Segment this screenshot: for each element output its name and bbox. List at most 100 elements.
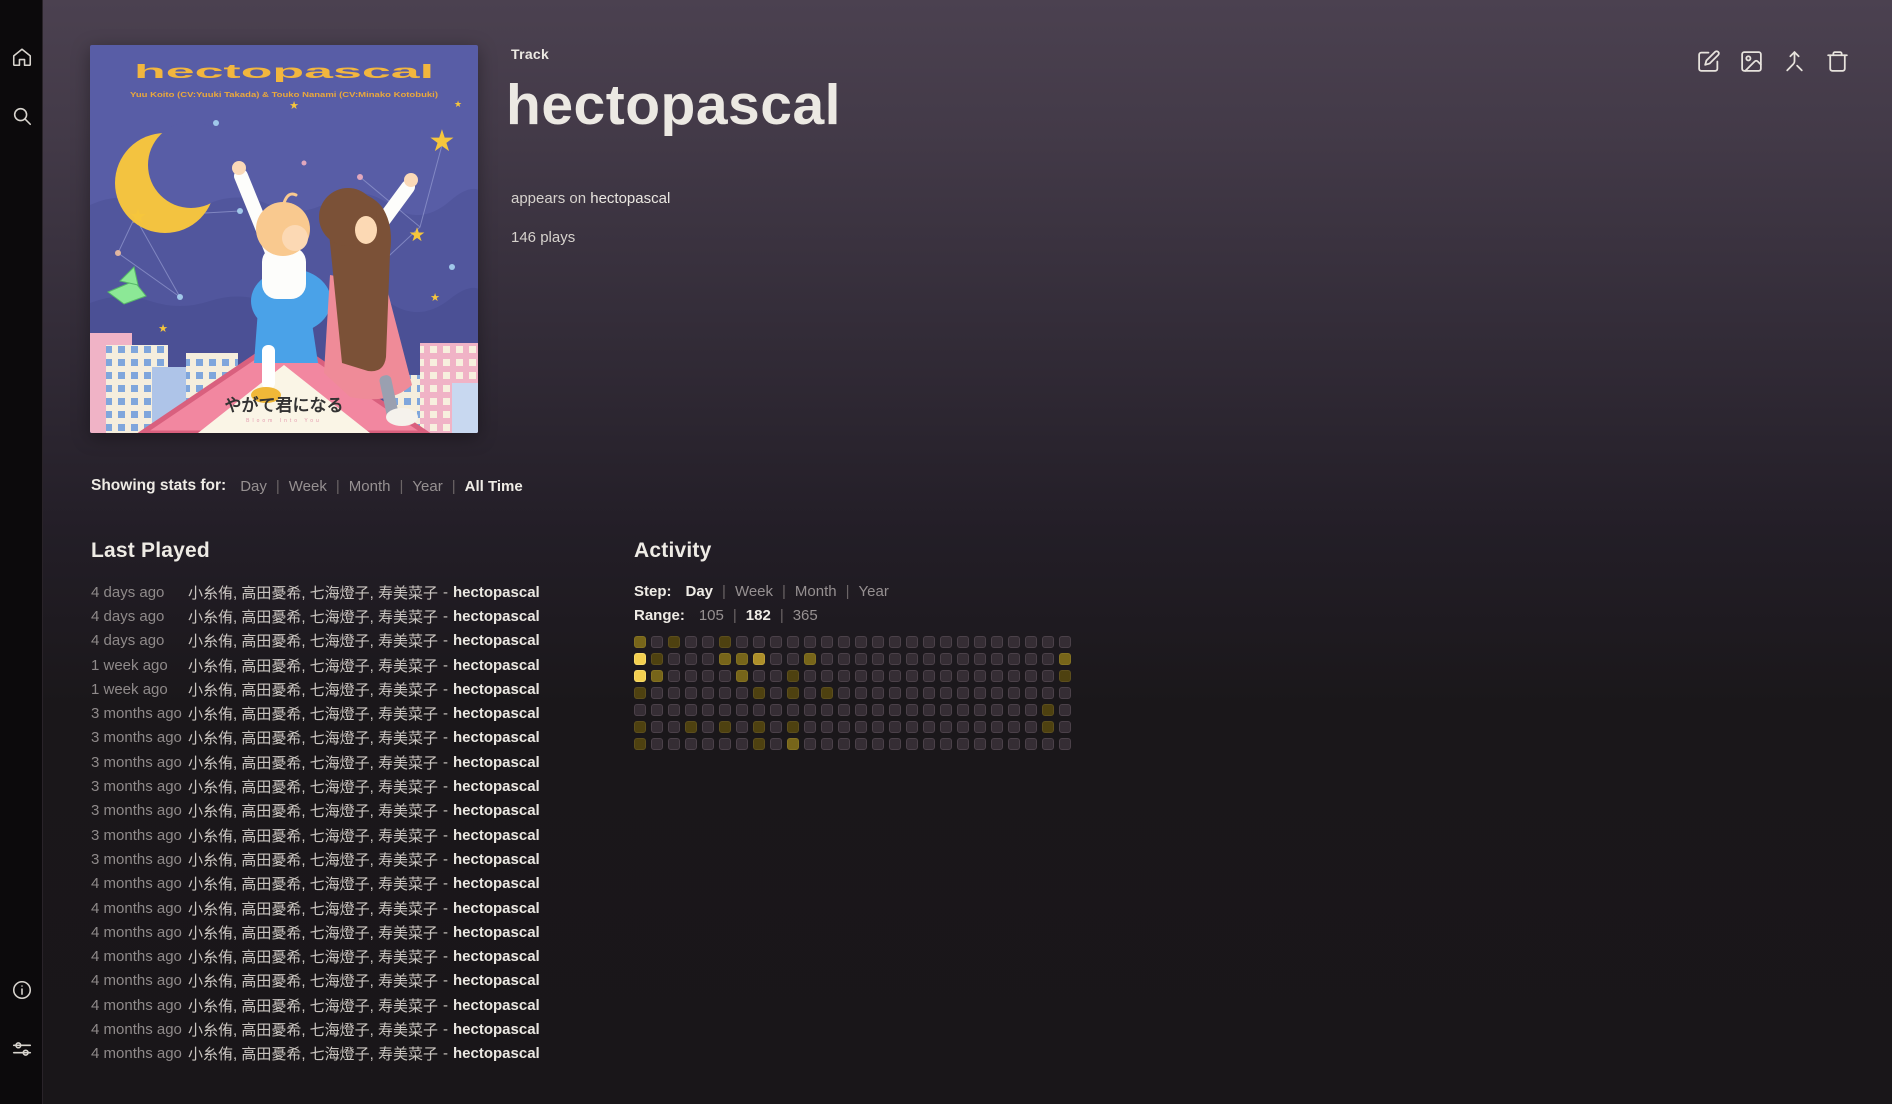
artist-links[interactable]: 小糸侑, 高田憂希, 七海燈子, 寿美菜子 [188, 1019, 438, 1040]
artist-links[interactable]: 小糸侑, 高田憂希, 七海燈子, 寿美菜子 [188, 922, 438, 943]
info-button[interactable] [9, 977, 35, 1003]
artist-links[interactable]: 小糸侑, 高田憂希, 七海燈子, 寿美菜子 [188, 898, 438, 919]
track-link[interactable]: hectopascal [453, 608, 540, 625]
heatmap-cell [685, 721, 697, 733]
heatmap-cell [1059, 636, 1071, 648]
heatmap-cell [906, 738, 918, 750]
heatmap-cell [736, 670, 748, 682]
artist-links[interactable]: 小糸侑, 高田憂希, 七海燈子, 寿美菜子 [188, 703, 438, 724]
stats-filter-option-year[interactable]: Year [412, 478, 442, 495]
track-link[interactable]: hectopascal [453, 997, 540, 1014]
list-item: 3 months ago小糸侑, 高田憂希, 七海燈子, 寿美菜子-hectop… [91, 701, 540, 725]
merge-button[interactable] [1781, 48, 1807, 74]
artist-links[interactable]: 小糸侑, 高田憂希, 七海燈子, 寿美菜子 [188, 655, 438, 676]
artist-links[interactable]: 小糸侑, 高田憂希, 七海燈子, 寿美菜子 [188, 776, 438, 797]
track-link[interactable]: hectopascal [453, 729, 540, 746]
home-button[interactable] [9, 44, 35, 70]
heatmap-cell [957, 704, 969, 716]
range-option-365[interactable]: 365 [793, 607, 818, 624]
edit-button[interactable] [1695, 48, 1721, 74]
entity-type-label: Track [511, 46, 549, 62]
played-time: 4 months ago [91, 1021, 188, 1038]
heatmap-cell [889, 721, 901, 733]
artist-links[interactable]: 小糸侑, 高田憂希, 七海燈子, 寿美菜子 [188, 970, 438, 991]
album-link[interactable]: hectopascal [590, 190, 670, 207]
artist-links[interactable]: 小糸侑, 高田憂希, 七海燈子, 寿美菜子 [188, 825, 438, 846]
track-link[interactable]: hectopascal [453, 851, 540, 868]
step-option-month[interactable]: Month [795, 583, 837, 600]
heatmap-cell [702, 687, 714, 699]
heatmap-cell [770, 738, 782, 750]
heatmap-cell [719, 738, 731, 750]
step-option-week[interactable]: Week [735, 583, 773, 600]
heatmap-cell [940, 704, 952, 716]
artist-links[interactable]: 小糸侑, 高田憂希, 七海燈子, 寿美菜子 [188, 946, 438, 967]
track-link[interactable]: hectopascal [453, 948, 540, 965]
artist-links[interactable]: 小糸侑, 高田憂希, 七海燈子, 寿美菜子 [188, 873, 438, 894]
track-link[interactable]: hectopascal [453, 657, 540, 674]
list-item: 4 days ago小糸侑, 高田憂希, 七海燈子, 寿美菜子-hectopas… [91, 604, 540, 628]
stats-filter-option-all-time[interactable]: All Time [465, 478, 523, 495]
artist-track-separator: - [443, 924, 448, 941]
track-link[interactable]: hectopascal [453, 1045, 540, 1062]
album-cover-title: hectopascal [134, 62, 434, 83]
track-link[interactable]: hectopascal [453, 754, 540, 771]
stats-filter-label: Showing stats for: [91, 477, 226, 495]
artist-links[interactable]: 小糸侑, 高田憂希, 七海燈子, 寿美菜子 [188, 582, 438, 603]
artist-links[interactable]: 小糸侑, 高田憂希, 七海燈子, 寿美菜子 [188, 727, 438, 748]
track-link[interactable]: hectopascal [453, 924, 540, 941]
track-link[interactable]: hectopascal [453, 632, 540, 649]
heatmap-cell [1042, 670, 1054, 682]
delete-button[interactable] [1824, 48, 1850, 74]
step-option-day[interactable]: Day [686, 583, 714, 600]
track-link[interactable]: hectopascal [453, 584, 540, 601]
heatmap-cell [668, 738, 680, 750]
activity-step-label: Step: [634, 583, 672, 600]
set-image-button[interactable] [1738, 48, 1764, 74]
artist-links[interactable]: 小糸侑, 高田憂希, 七海燈子, 寿美菜子 [188, 679, 438, 700]
option-separator: | [782, 583, 786, 600]
track-link[interactable]: hectopascal [453, 900, 540, 917]
track-link[interactable]: hectopascal [453, 827, 540, 844]
stats-filter-option-month[interactable]: Month [349, 478, 391, 495]
heatmap-cell [855, 687, 867, 699]
heatmap-cell [855, 704, 867, 716]
range-option-182[interactable]: 182 [746, 607, 771, 624]
artist-links[interactable]: 小糸侑, 高田憂希, 七海燈子, 寿美菜子 [188, 849, 438, 870]
heatmap-cell [855, 738, 867, 750]
option-separator: | [780, 607, 784, 624]
artist-links[interactable]: 小糸侑, 高田憂希, 七海燈子, 寿美菜子 [188, 800, 438, 821]
heatmap-cell [719, 721, 731, 733]
track-link[interactable]: hectopascal [453, 705, 540, 722]
artist-links[interactable]: 小糸侑, 高田憂希, 七海燈子, 寿美菜子 [188, 995, 438, 1016]
track-link[interactable]: hectopascal [453, 681, 540, 698]
artist-links[interactable]: 小糸侑, 高田憂希, 七海燈子, 寿美菜子 [188, 752, 438, 773]
search-button[interactable] [9, 103, 35, 129]
range-option-105[interactable]: 105 [699, 607, 724, 624]
stats-filter-option-day[interactable]: Day [240, 478, 267, 495]
artist-links[interactable]: 小糸侑, 高田憂希, 七海燈子, 寿美菜子 [188, 630, 438, 651]
list-item: 4 months ago小糸侑, 高田憂希, 七海燈子, 寿美菜子-hectop… [91, 920, 540, 944]
settings-button[interactable] [9, 1036, 35, 1062]
artist-links[interactable]: 小糸侑, 高田憂希, 七海燈子, 寿美菜子 [188, 1043, 438, 1064]
artist-links[interactable]: 小糸侑, 高田憂希, 七海燈子, 寿美菜子 [188, 606, 438, 627]
heatmap-cell [872, 653, 884, 665]
heatmap-cell [889, 687, 901, 699]
track-link[interactable]: hectopascal [453, 875, 540, 892]
track-link[interactable]: hectopascal [453, 802, 540, 819]
artist-track-separator: - [443, 778, 448, 795]
heatmap-cell [923, 738, 935, 750]
heatmap-cell [1059, 738, 1071, 750]
heatmap-cell [1042, 721, 1054, 733]
step-option-year[interactable]: Year [859, 583, 889, 600]
heatmap-cell [940, 738, 952, 750]
track-link[interactable]: hectopascal [453, 1021, 540, 1038]
list-item: 3 months ago小糸侑, 高田憂希, 七海燈子, 寿美菜子-hectop… [91, 750, 540, 774]
track-link[interactable]: hectopascal [453, 778, 540, 795]
play-count: 146 plays [511, 229, 575, 246]
heatmap-cell [957, 687, 969, 699]
heatmap-cell [974, 738, 986, 750]
heatmap-cell [804, 738, 816, 750]
stats-filter-option-week[interactable]: Week [289, 478, 327, 495]
track-link[interactable]: hectopascal [453, 972, 540, 989]
